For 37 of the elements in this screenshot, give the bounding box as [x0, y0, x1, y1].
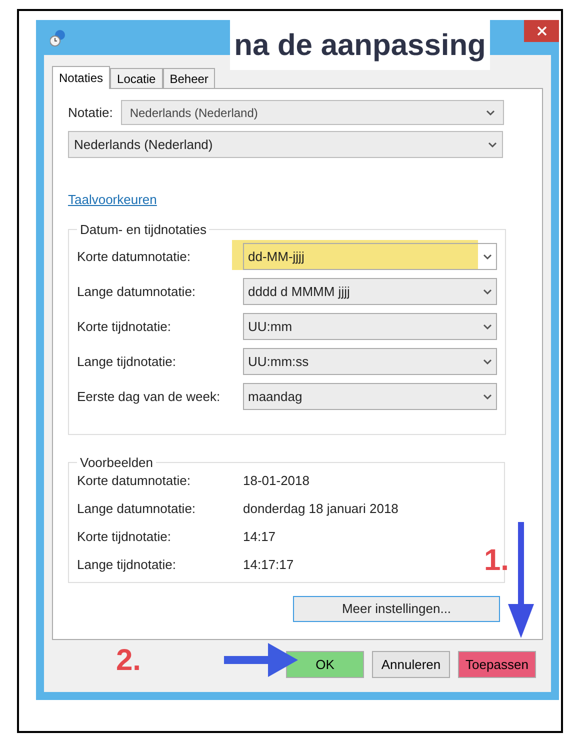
- dropdown[interactable]: dd-MM-jjjj: [243, 243, 497, 270]
- notatie-dropdown[interactable]: Nederlands (Nederland): [120, 100, 504, 125]
- field-label: Korte tijdnotatie:: [77, 528, 172, 546]
- field-label: Lange tijdnotatie:: [77, 556, 178, 574]
- group-title: Voorbeelden: [79, 454, 154, 472]
- dialog-button[interactable]: Toepassen: [458, 651, 536, 678]
- field-label: Korte datumnotatie:: [77, 472, 192, 490]
- taalvoorkeuren-link[interactable]: Taalvoorkeuren: [68, 190, 157, 210]
- format-dropdown[interactable]: Nederlands (Nederland): [68, 131, 503, 158]
- field-label: Lange datumnotatie:: [77, 282, 197, 301]
- example-value: 14:17:17: [243, 556, 294, 574]
- field-label: Korte tijdnotatie:: [77, 318, 172, 336]
- tab[interactable]: Notaties: [52, 66, 110, 89]
- notatie-label: Notatie:: [68, 104, 113, 122]
- dropdown[interactable]: UU:mm: [243, 313, 497, 340]
- annotation-title: na de aanpassing: [230, 20, 490, 70]
- field-label: Lange tijdnotatie:: [77, 352, 178, 371]
- dropdown[interactable]: maandag: [243, 383, 497, 410]
- dialog-button[interactable]: Annuleren: [372, 651, 450, 678]
- more-settings-button[interactable]: Meer instellingen...: [293, 596, 500, 622]
- field-label: Korte datumnotatie:: [77, 248, 192, 266]
- close-button[interactable]: [524, 20, 559, 42]
- globe-clock-icon: [50, 28, 66, 46]
- dropdown[interactable]: dddd d MMMM jjjj: [243, 278, 497, 305]
- field-label: Eerste dag van de week:: [77, 388, 222, 406]
- example-value: 14:17: [243, 528, 276, 546]
- close-icon: [536, 26, 546, 36]
- example-value: donderdag 18 januari 2018: [243, 500, 398, 518]
- example-value: 18-01-2018: [243, 472, 310, 490]
- step-number: 2.: [116, 643, 142, 679]
- step-number: 1.: [484, 543, 510, 579]
- dialog-button[interactable]: OK: [286, 651, 364, 678]
- dropdown[interactable]: UU:mm:ss: [243, 348, 497, 375]
- group-title: Datum- en tijdnotaties: [79, 220, 208, 239]
- tab[interactable]: Beheer: [162, 68, 216, 88]
- field-label: Lange datumnotatie:: [77, 500, 197, 518]
- tab[interactable]: Locatie: [110, 68, 163, 88]
